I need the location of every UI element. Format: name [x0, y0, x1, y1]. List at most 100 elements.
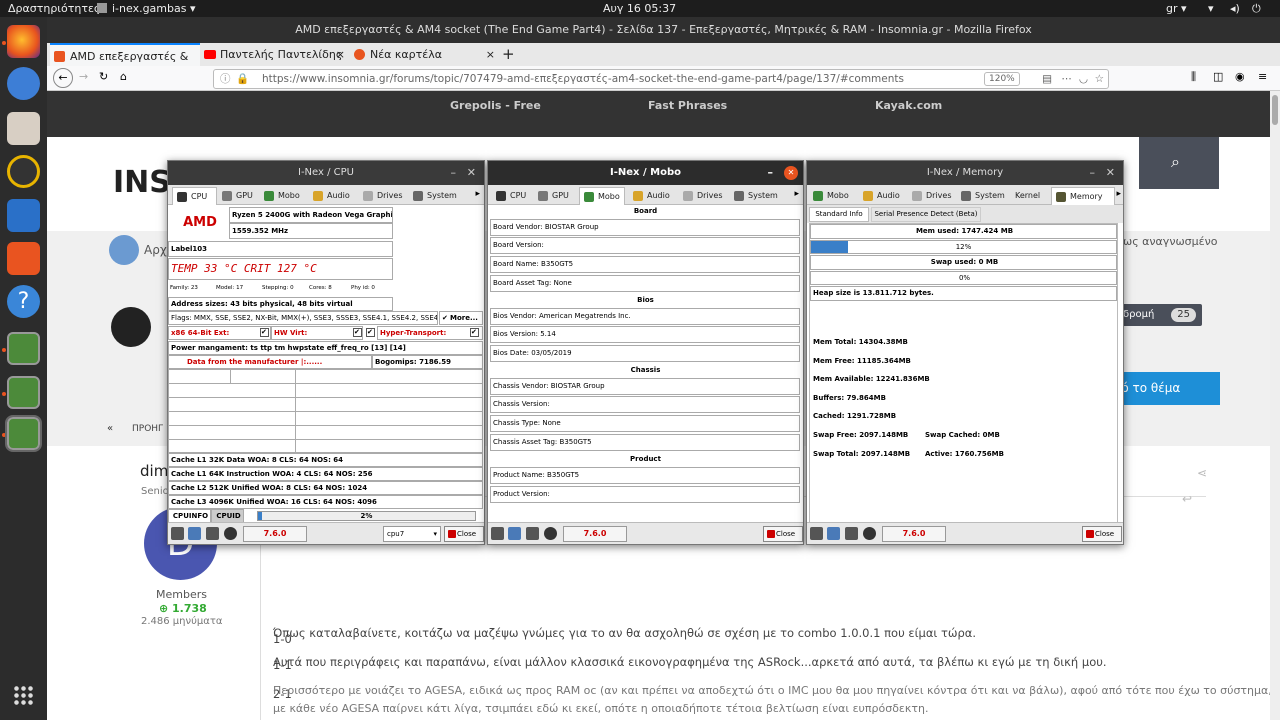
about-icon[interactable] [224, 527, 237, 540]
page-scrollbar[interactable] [1270, 91, 1280, 720]
tab-audio[interactable]: Audio [629, 187, 670, 205]
ad-label[interactable]: Fast Phrases [648, 99, 727, 112]
ad-label[interactable]: Kayak.com [875, 99, 942, 112]
tab-mobo[interactable]: Mobo [579, 187, 625, 205]
search-button[interactable]: ⌕ [1139, 137, 1219, 189]
back-icon[interactable]: ← [53, 68, 73, 88]
bookmark-star-icon[interactable]: ☆ [1095, 70, 1104, 88]
author-name[interactable]: dim [140, 462, 168, 480]
sidebar-icon[interactable]: ◫ [1213, 70, 1223, 83]
close-window-button[interactable]: ✕ [784, 166, 798, 180]
software-center-icon[interactable] [7, 242, 40, 275]
minimize-button[interactable]: – [768, 161, 774, 185]
tab-system[interactable]: System [409, 187, 457, 205]
app-menu[interactable]: i-nex.gambas ▾ [112, 2, 196, 15]
home-icon[interactable]: ⌂ [120, 70, 127, 83]
new-tab-button[interactable]: + [502, 43, 515, 66]
clock[interactable]: Αυγ 16 05:37 [603, 2, 676, 15]
close-button[interactable]: Close [444, 526, 484, 542]
info-icon[interactable]: ⓘ [220, 70, 231, 88]
breadcrumb[interactable]: Αρχ [144, 243, 167, 257]
volume-icon[interactable]: ◂) [1230, 2, 1240, 15]
menu-icon[interactable]: ≡ [1258, 70, 1267, 83]
window-titlebar[interactable]: I-Nex / CPU – ✕ [168, 161, 484, 185]
close-tab-icon[interactable]: × [336, 43, 345, 66]
url-bar[interactable]: ⓘ 🔒 https://www.insomnia.gr/forums/topic… [213, 69, 1109, 89]
help-icon[interactable]: ? [7, 285, 40, 318]
close-button[interactable]: Close [763, 526, 803, 542]
tab-spd[interactable]: Serial Presence Detect (Beta) [871, 207, 981, 222]
forward-icon[interactable]: → [79, 70, 88, 83]
minimize-button[interactable]: – [1090, 161, 1096, 185]
share-icon[interactable]: ⋖ [1197, 466, 1207, 480]
tab-gpu[interactable]: GPU [534, 187, 569, 205]
tab-drives[interactable]: Drives [908, 187, 952, 205]
hyper-transport-checkbox-left[interactable]: ✔ [366, 328, 375, 337]
reply-icon[interactable]: ↩ [1182, 492, 1192, 506]
settings-icon[interactable] [188, 527, 201, 540]
close-window-button[interactable]: ✕ [1106, 161, 1115, 185]
rhythmbox-icon[interactable] [7, 155, 40, 188]
cpu-select[interactable]: cpu7 ▾ [383, 526, 441, 542]
more-button[interactable]: ✔ More... [439, 311, 483, 325]
prev-page-link[interactable]: ΠΡΟΗΓ [132, 424, 163, 434]
tab-memory[interactable]: Memory [1051, 187, 1115, 205]
tab-amd[interactable]: AMD επεξεργαστές & AM × [50, 43, 200, 86]
i-nex-icon[interactable] [7, 376, 40, 409]
tab-scroll-right-icon[interactable]: ▸ [1116, 189, 1121, 199]
thunderbird-icon[interactable] [7, 67, 40, 100]
tab-mobo[interactable]: Mobo [260, 187, 300, 205]
minimize-button[interactable]: – [451, 161, 457, 185]
tab-scroll-right-icon[interactable]: ▸ [475, 189, 480, 199]
hw-virt-checkbox[interactable]: ✔ [353, 328, 362, 337]
writer-icon[interactable] [7, 199, 40, 232]
show-apps-icon[interactable] [13, 685, 35, 707]
report-icon[interactable] [491, 527, 504, 540]
language-indicator[interactable]: gr ▾ [1166, 2, 1187, 15]
mark-read-link[interactable]: ως αναγνωσμένο [1123, 235, 1217, 248]
tab-drives[interactable]: Drives [679, 187, 723, 205]
chevron-left-icon[interactable]: « [107, 423, 113, 434]
report-icon[interactable] [810, 527, 823, 540]
x86-64-checkbox[interactable]: ✔ [260, 328, 269, 337]
about-icon[interactable] [544, 527, 557, 540]
account-icon[interactable]: ◉ [1235, 70, 1245, 83]
close-tab-icon[interactable]: × [486, 43, 495, 66]
network-icon[interactable]: ▾ [1208, 2, 1214, 15]
settings-icon[interactable] [508, 527, 521, 540]
power-icon[interactable]: ⏻ [1252, 2, 1261, 16]
tab-cpu[interactable]: CPU [492, 187, 526, 205]
tab-new[interactable]: Νέα καρτέλα × [350, 43, 500, 66]
library-icon[interactable]: ⫼ [1191, 70, 1196, 84]
pocket-icon[interactable]: ◡ [1079, 70, 1088, 88]
tab-standard-info[interactable]: Standard Info [809, 207, 869, 222]
home-icon[interactable] [109, 235, 139, 265]
activities-button[interactable]: Δραστηριότητες [8, 2, 100, 15]
ad-label[interactable]: Grepolis - Free [450, 99, 541, 112]
tab-mobo[interactable]: Mobo [809, 187, 849, 205]
follow-button[interactable]: δρομή 25 [1117, 304, 1202, 326]
close-window-button[interactable]: ✕ [467, 161, 476, 185]
zoom-indicator[interactable]: 120% [984, 72, 1020, 86]
i-nex-icon[interactable] [5, 415, 42, 452]
tab-scroll-right-icon[interactable]: ▸ [794, 189, 799, 199]
tab-youtube[interactable]: Παντελής Παντελίδης × [200, 43, 350, 66]
firefox-icon[interactable] [7, 25, 40, 58]
screenshot-icon[interactable] [206, 527, 219, 540]
files-icon[interactable] [7, 112, 40, 145]
i-nex-icon[interactable] [7, 332, 40, 365]
window-titlebar[interactable]: I-Nex / Memory – ✕ [807, 161, 1123, 185]
reload-icon[interactable]: ↻ [99, 70, 108, 83]
tab-audio[interactable]: Audio [309, 187, 350, 205]
about-icon[interactable] [863, 527, 876, 540]
close-button[interactable]: Close [1082, 526, 1122, 542]
avatar[interactable] [111, 307, 151, 347]
hyper-transport-checkbox[interactable]: ✔ [470, 328, 479, 337]
screenshot-icon[interactable] [845, 527, 858, 540]
site-logo[interactable]: INS [113, 165, 171, 200]
tab-system[interactable]: System [730, 187, 778, 205]
tab-drives[interactable]: Drives [359, 187, 403, 205]
scrollbar-thumb[interactable] [1272, 95, 1278, 125]
screenshot-icon[interactable] [526, 527, 539, 540]
report-icon[interactable] [171, 527, 184, 540]
